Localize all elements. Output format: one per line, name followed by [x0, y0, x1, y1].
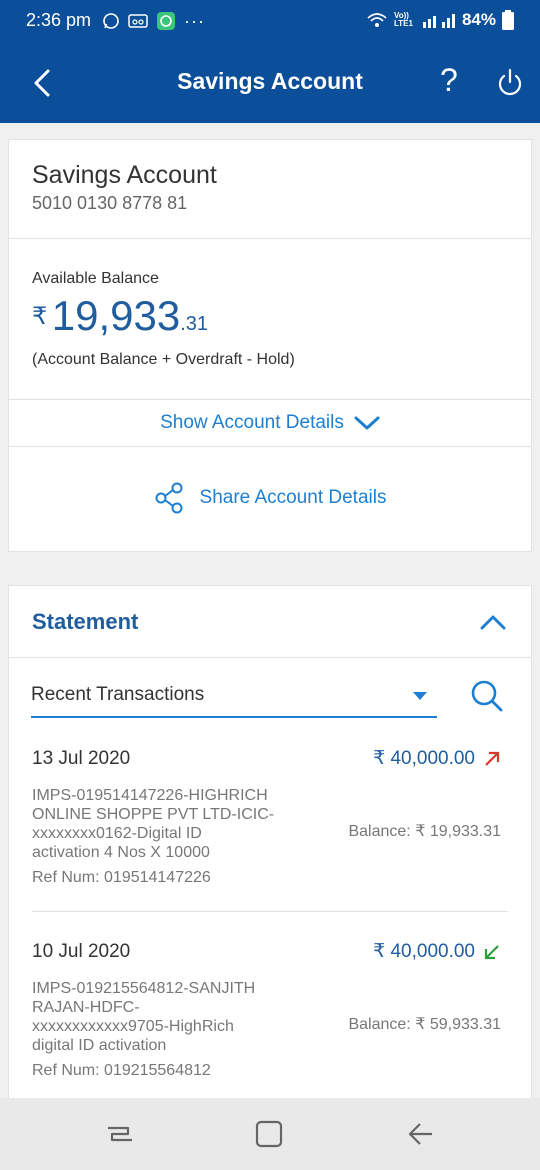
transaction-ref: Ref Num: 019514147226	[32, 869, 211, 886]
divider	[9, 238, 531, 239]
available-balance: ₹ 19,933.31	[32, 292, 208, 340]
transaction-item[interactable]: 10 Jul 2020 ₹ 40,000.00 IMPS-01921556481…	[9, 919, 531, 1105]
recent-apps-button[interactable]	[102, 1116, 138, 1152]
share-account-details-button[interactable]: Share Account Details	[9, 470, 531, 526]
page-title: Savings Account	[177, 68, 363, 94]
transaction-filter-select[interactable]: Recent Transactions	[31, 678, 437, 718]
share-icon	[155, 482, 183, 514]
transaction-ref: Ref Num: 019215564812	[32, 1062, 211, 1079]
wifi-icon	[367, 13, 387, 27]
transaction-description: IMPS-019215564812-SANJITH RAJAN-HDFC- xx…	[32, 980, 256, 1054]
network-label: Vo)) LTE1	[393, 11, 413, 28]
show-account-details-button[interactable]: Show Account Details	[9, 400, 531, 446]
app-bar: Savings Account ?	[0, 42, 540, 123]
statement-card: Statement Recent Transactions 13 Jul 202…	[8, 585, 532, 1115]
transaction-date: 13 Jul 2020	[32, 748, 131, 769]
battery-percent: 84%	[461, 10, 496, 29]
power-button[interactable]	[496, 68, 524, 98]
transaction-date: 10 Jul 2020	[32, 941, 131, 962]
transaction-balance: Balance: ₹ 59,933.31	[348, 1016, 501, 1033]
account-name: Savings Account	[32, 161, 217, 189]
help-button[interactable]: ?	[440, 62, 458, 99]
balance-decimal: .31	[180, 313, 209, 335]
divider	[9, 657, 531, 658]
status-notification-icons: ···	[102, 11, 205, 31]
caret-down-icon	[413, 692, 427, 700]
debit-arrow-icon	[485, 751, 500, 766]
status-bar: 2:36 pm ··· Vo)) LTE1 84%	[0, 0, 540, 42]
app-notification-icon	[157, 12, 175, 30]
currency-symbol: ₹	[32, 303, 48, 330]
transaction-amount: ₹ 40,000.00	[373, 940, 501, 963]
statement-title: Statement	[32, 609, 139, 634]
voicemail-icon	[128, 14, 148, 28]
balance-label: Available Balance	[32, 270, 159, 287]
amount-value: ₹ 40,000.00	[373, 941, 475, 962]
status-right: Vo)) LTE1 84%	[366, 10, 514, 30]
credit-arrow-icon	[484, 944, 499, 959]
account-number: 5010 0130 8778 81	[32, 193, 188, 213]
chevron-down-icon	[354, 416, 380, 430]
transaction-description: IMPS-019514147226-HIGHRICH ONLINE SHOPPE…	[32, 787, 275, 861]
battery-icon	[502, 10, 514, 30]
collapse-statement-button[interactable]	[479, 612, 507, 632]
show-account-details-label: Show Account Details	[160, 412, 344, 433]
amount-value: ₹ 40,000.00	[373, 748, 475, 769]
home-button[interactable]	[251, 1116, 287, 1152]
share-account-details-label: Share Account Details	[199, 487, 387, 508]
account-card: Savings Account 5010 0130 8778 81 Availa…	[8, 139, 532, 552]
transaction-item[interactable]: 13 Jul 2020 ₹ 40,000.00 IMPS-01951414722…	[9, 726, 531, 912]
back-nav-button[interactable]	[402, 1116, 438, 1152]
transaction-balance: Balance: ₹ 19,933.31	[348, 823, 501, 840]
divider	[9, 446, 531, 447]
transaction-amount: ₹ 40,000.00	[373, 747, 501, 770]
signal-icon	[422, 14, 455, 28]
balance-note: (Account Balance + Overdraft - Hold)	[32, 351, 295, 368]
search-button[interactable]	[469, 678, 505, 714]
system-navigation-bar	[0, 1098, 540, 1170]
status-time: 2:36 pm	[26, 10, 92, 30]
more-notifications: ···	[184, 10, 205, 31]
balance-main: 19,933	[51, 292, 181, 339]
whatsapp-icon	[103, 13, 119, 29]
filter-selected-value: Recent Transactions	[31, 684, 205, 705]
divider	[32, 911, 508, 912]
